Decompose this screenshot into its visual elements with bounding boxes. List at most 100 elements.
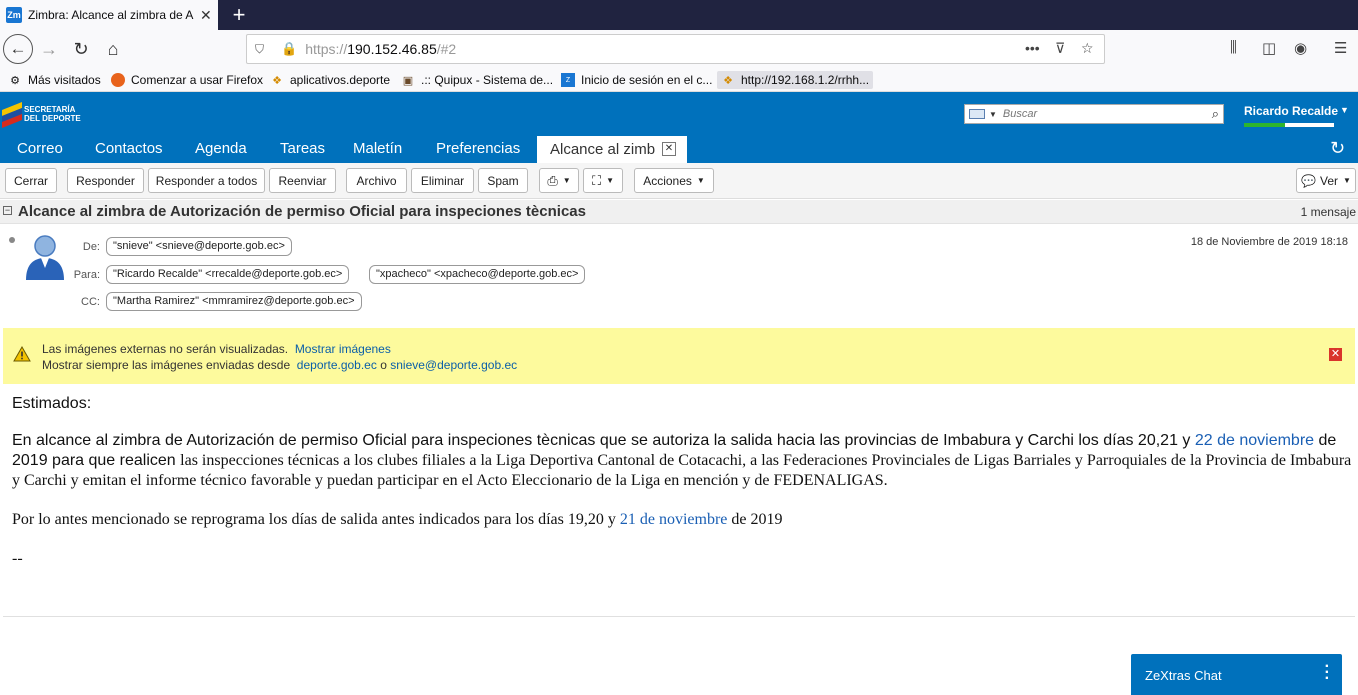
paragraph-1: En alcance al zimbra de Autorización de … xyxy=(12,432,1352,489)
warning-icon xyxy=(13,346,31,362)
date-link-22-nov[interactable]: 22 de noviembre xyxy=(1195,432,1314,449)
chevron-down-icon[interactable]: ▼ xyxy=(989,110,997,119)
url-text[interactable]: https://190.152.46.85/#2 xyxy=(305,41,456,57)
bookmarks-bar: ⚙ Más visitados Comenzar a usar Firefox ❖… xyxy=(0,68,1358,92)
tab-tareas[interactable]: Tareas xyxy=(280,140,325,157)
archive-button[interactable]: Archivo xyxy=(346,168,407,193)
tab-correo[interactable]: Correo xyxy=(17,140,63,157)
tab-preferencias[interactable]: Preferencias xyxy=(436,140,520,157)
chevron-down-icon: ▼ xyxy=(606,176,615,185)
collapse-icon[interactable]: − xyxy=(3,206,12,215)
message-toolbar: Cerrar Responder Responder a todos Reenv… xyxy=(0,163,1358,199)
signature: -- xyxy=(12,550,23,567)
zimbra-favicon-icon: Zm xyxy=(6,7,22,23)
bookmark-aplicativos[interactable]: ❖ aplicativos.deporte xyxy=(270,71,390,89)
read-status-dot-icon[interactable] xyxy=(9,237,15,243)
delete-button[interactable]: Eliminar xyxy=(411,168,474,193)
reload-icon[interactable]: ↻ xyxy=(68,36,94,62)
zextras-chat-panel[interactable]: ZeXtras Chat · · · xyxy=(1131,654,1342,695)
tracking-shield-icon[interactable]: ⛉ xyxy=(255,42,269,57)
user-name[interactable]: Ricardo Recalde xyxy=(1244,104,1338,118)
domain-link[interactable]: deporte.gob.ec xyxy=(297,358,377,372)
back-arrow-icon[interactable]: ← xyxy=(3,34,33,64)
chevron-down-icon: ▼ xyxy=(696,176,705,185)
app-tabs: Correo Contactos Agenda Tareas Maletín P… xyxy=(0,136,1358,163)
secretaria-deporte-logo: SECRETARÍA DEL DEPORTE xyxy=(2,100,81,128)
from-address[interactable]: "snieve" <snieve@deporte.gob.ec> xyxy=(106,237,292,256)
sidebar-icon[interactable]: ◫ xyxy=(1262,39,1276,57)
reply-all-button[interactable]: Responder a todos xyxy=(148,168,265,193)
quota-bar-fill xyxy=(1244,123,1285,127)
warning-line2: Mostrar siempre las imágenes enviadas de… xyxy=(42,358,518,372)
view-button[interactable]: 💬 Ver ▼ xyxy=(1296,168,1356,193)
cc-address[interactable]: "Martha Ramirez" <mmramirez@deporte.gob.… xyxy=(106,292,362,311)
view-label: Ver xyxy=(1320,173,1339,188)
page-actions-icon[interactable]: ••• xyxy=(1025,40,1040,56)
more-vertical-icon[interactable]: · · · xyxy=(1325,659,1330,687)
to-address-2[interactable]: "xpacheco" <xpacheco@deporte.gob.ec> xyxy=(369,265,586,284)
paragraph-2: Por lo antes mencionado se reprograma lo… xyxy=(12,511,783,528)
browser-tab-zimbra[interactable]: Zm Zimbra: Alcance al zimbra de A ✕ xyxy=(0,0,218,30)
close-tab-icon[interactable]: ✕ xyxy=(662,142,676,156)
gear-icon: ⚙ xyxy=(10,74,20,87)
user-menu-chevron-icon[interactable]: ▼ xyxy=(1340,105,1349,115)
tab-agenda[interactable]: Agenda xyxy=(195,140,247,157)
pocket-icon[interactable]: ⊽ xyxy=(1055,40,1065,57)
external-images-warning: Las imágenes externas no serán visualiza… xyxy=(3,328,1355,384)
refresh-icon[interactable]: ↻ xyxy=(1330,138,1345,159)
bookmark-mas-visitados[interactable]: ⚙ Más visitados xyxy=(8,71,101,89)
tag-icon: ⛶ xyxy=(591,172,602,188)
chat-title: ZeXtras Chat xyxy=(1145,668,1222,683)
home-icon[interactable]: ⌂ xyxy=(100,36,126,62)
browser-nav-bar: ← → ↻ ⌂ ⛉ 🔒 https://190.152.46.85/#2 •••… xyxy=(0,30,1358,68)
sender-link[interactable]: snieve@deporte.gob.ec xyxy=(390,358,517,372)
close-icon[interactable]: ✕ xyxy=(1329,348,1342,361)
bookmark-star-icon[interactable]: ☆ xyxy=(1081,40,1094,57)
search-input[interactable] xyxy=(1002,108,1203,120)
close-button[interactable]: Cerrar xyxy=(5,168,57,193)
printer-icon: ⎙ xyxy=(547,172,558,188)
logo-text-line2: DEL DEPORTE xyxy=(24,114,81,123)
from-label: De: xyxy=(82,241,100,253)
bookmark-icon: ❖ xyxy=(723,74,733,87)
date-link-21-nov[interactable]: 21 de noviembre xyxy=(620,511,728,528)
bookmark-quipux[interactable]: ▣.:: Quipux - Sistema de... xyxy=(401,71,553,89)
browser-tab-title: Zimbra: Alcance al zimbra de A xyxy=(28,8,194,22)
to-address-1[interactable]: "Ricardo Recalde" <rrecalde@deporte.gob.… xyxy=(106,265,350,284)
zimbra-header: SECRETARÍA DEL DEPORTE ▼ ⌕ Ricardo Recal… xyxy=(0,92,1358,136)
show-images-link[interactable]: Mostrar imágenes xyxy=(295,342,391,356)
conversation-subject: Alcance al zimbra de Autorización de per… xyxy=(18,203,586,220)
tab-contactos[interactable]: Contactos xyxy=(95,140,163,157)
speech-bubble-icon: 💬 xyxy=(1301,173,1316,188)
forward-button[interactable]: Reenviar xyxy=(269,168,336,193)
menu-icon[interactable]: ☰ xyxy=(1334,39,1347,57)
spam-button[interactable]: Spam xyxy=(478,168,528,193)
tab-alcance-label: Alcance al zimb xyxy=(550,141,656,158)
bookmark-inicio-sesion[interactable]: Z Inicio de sesión en el c... xyxy=(561,71,712,89)
mail-search-type-icon[interactable] xyxy=(969,109,985,119)
bookmark-comenzar-firefox[interactable]: Comenzar a usar Firefox xyxy=(111,71,263,89)
tab-alcance-message[interactable]: Alcance al zimb ✕ xyxy=(537,136,687,163)
close-tab-icon[interactable]: ✕ xyxy=(200,7,212,24)
cc-label: CC: xyxy=(81,296,100,308)
url-bar[interactable]: ⛉ 🔒 https://190.152.46.85/#2 ••• ⊽ ☆ xyxy=(246,34,1105,64)
tab-maletin[interactable]: Maletín xyxy=(353,140,402,157)
forward-arrow-icon[interactable]: → xyxy=(36,36,62,62)
new-tab-icon[interactable]: + xyxy=(224,0,254,30)
bookmark-icon: ❖ xyxy=(272,74,282,87)
tag-button[interactable]: ⛶ ▼ xyxy=(583,168,623,193)
print-button[interactable]: ⎙ ▼ xyxy=(539,168,579,193)
bookmark-rrhh[interactable]: ❖ http://192.168.1.2/rrhh... xyxy=(717,71,874,89)
divider xyxy=(3,616,1355,617)
library-icon[interactable]: ⫼ xyxy=(1230,39,1237,56)
logo-text-line1: SECRETARÍA xyxy=(24,105,76,114)
message-date: 18 de Noviembre de 2019 18:18 xyxy=(1190,236,1348,248)
account-icon[interactable]: ◉ xyxy=(1294,39,1307,57)
search-box: ▼ ⌕ xyxy=(964,104,1224,124)
lock-icon[interactable]: 🔒 xyxy=(281,41,297,57)
search-icon[interactable]: ⌕ xyxy=(1212,106,1219,122)
chevron-down-icon: ▼ xyxy=(1343,176,1351,185)
chevron-down-icon: ▼ xyxy=(562,176,571,185)
reply-button[interactable]: Responder xyxy=(67,168,144,193)
actions-button[interactable]: Acciones ▼ xyxy=(634,168,714,193)
